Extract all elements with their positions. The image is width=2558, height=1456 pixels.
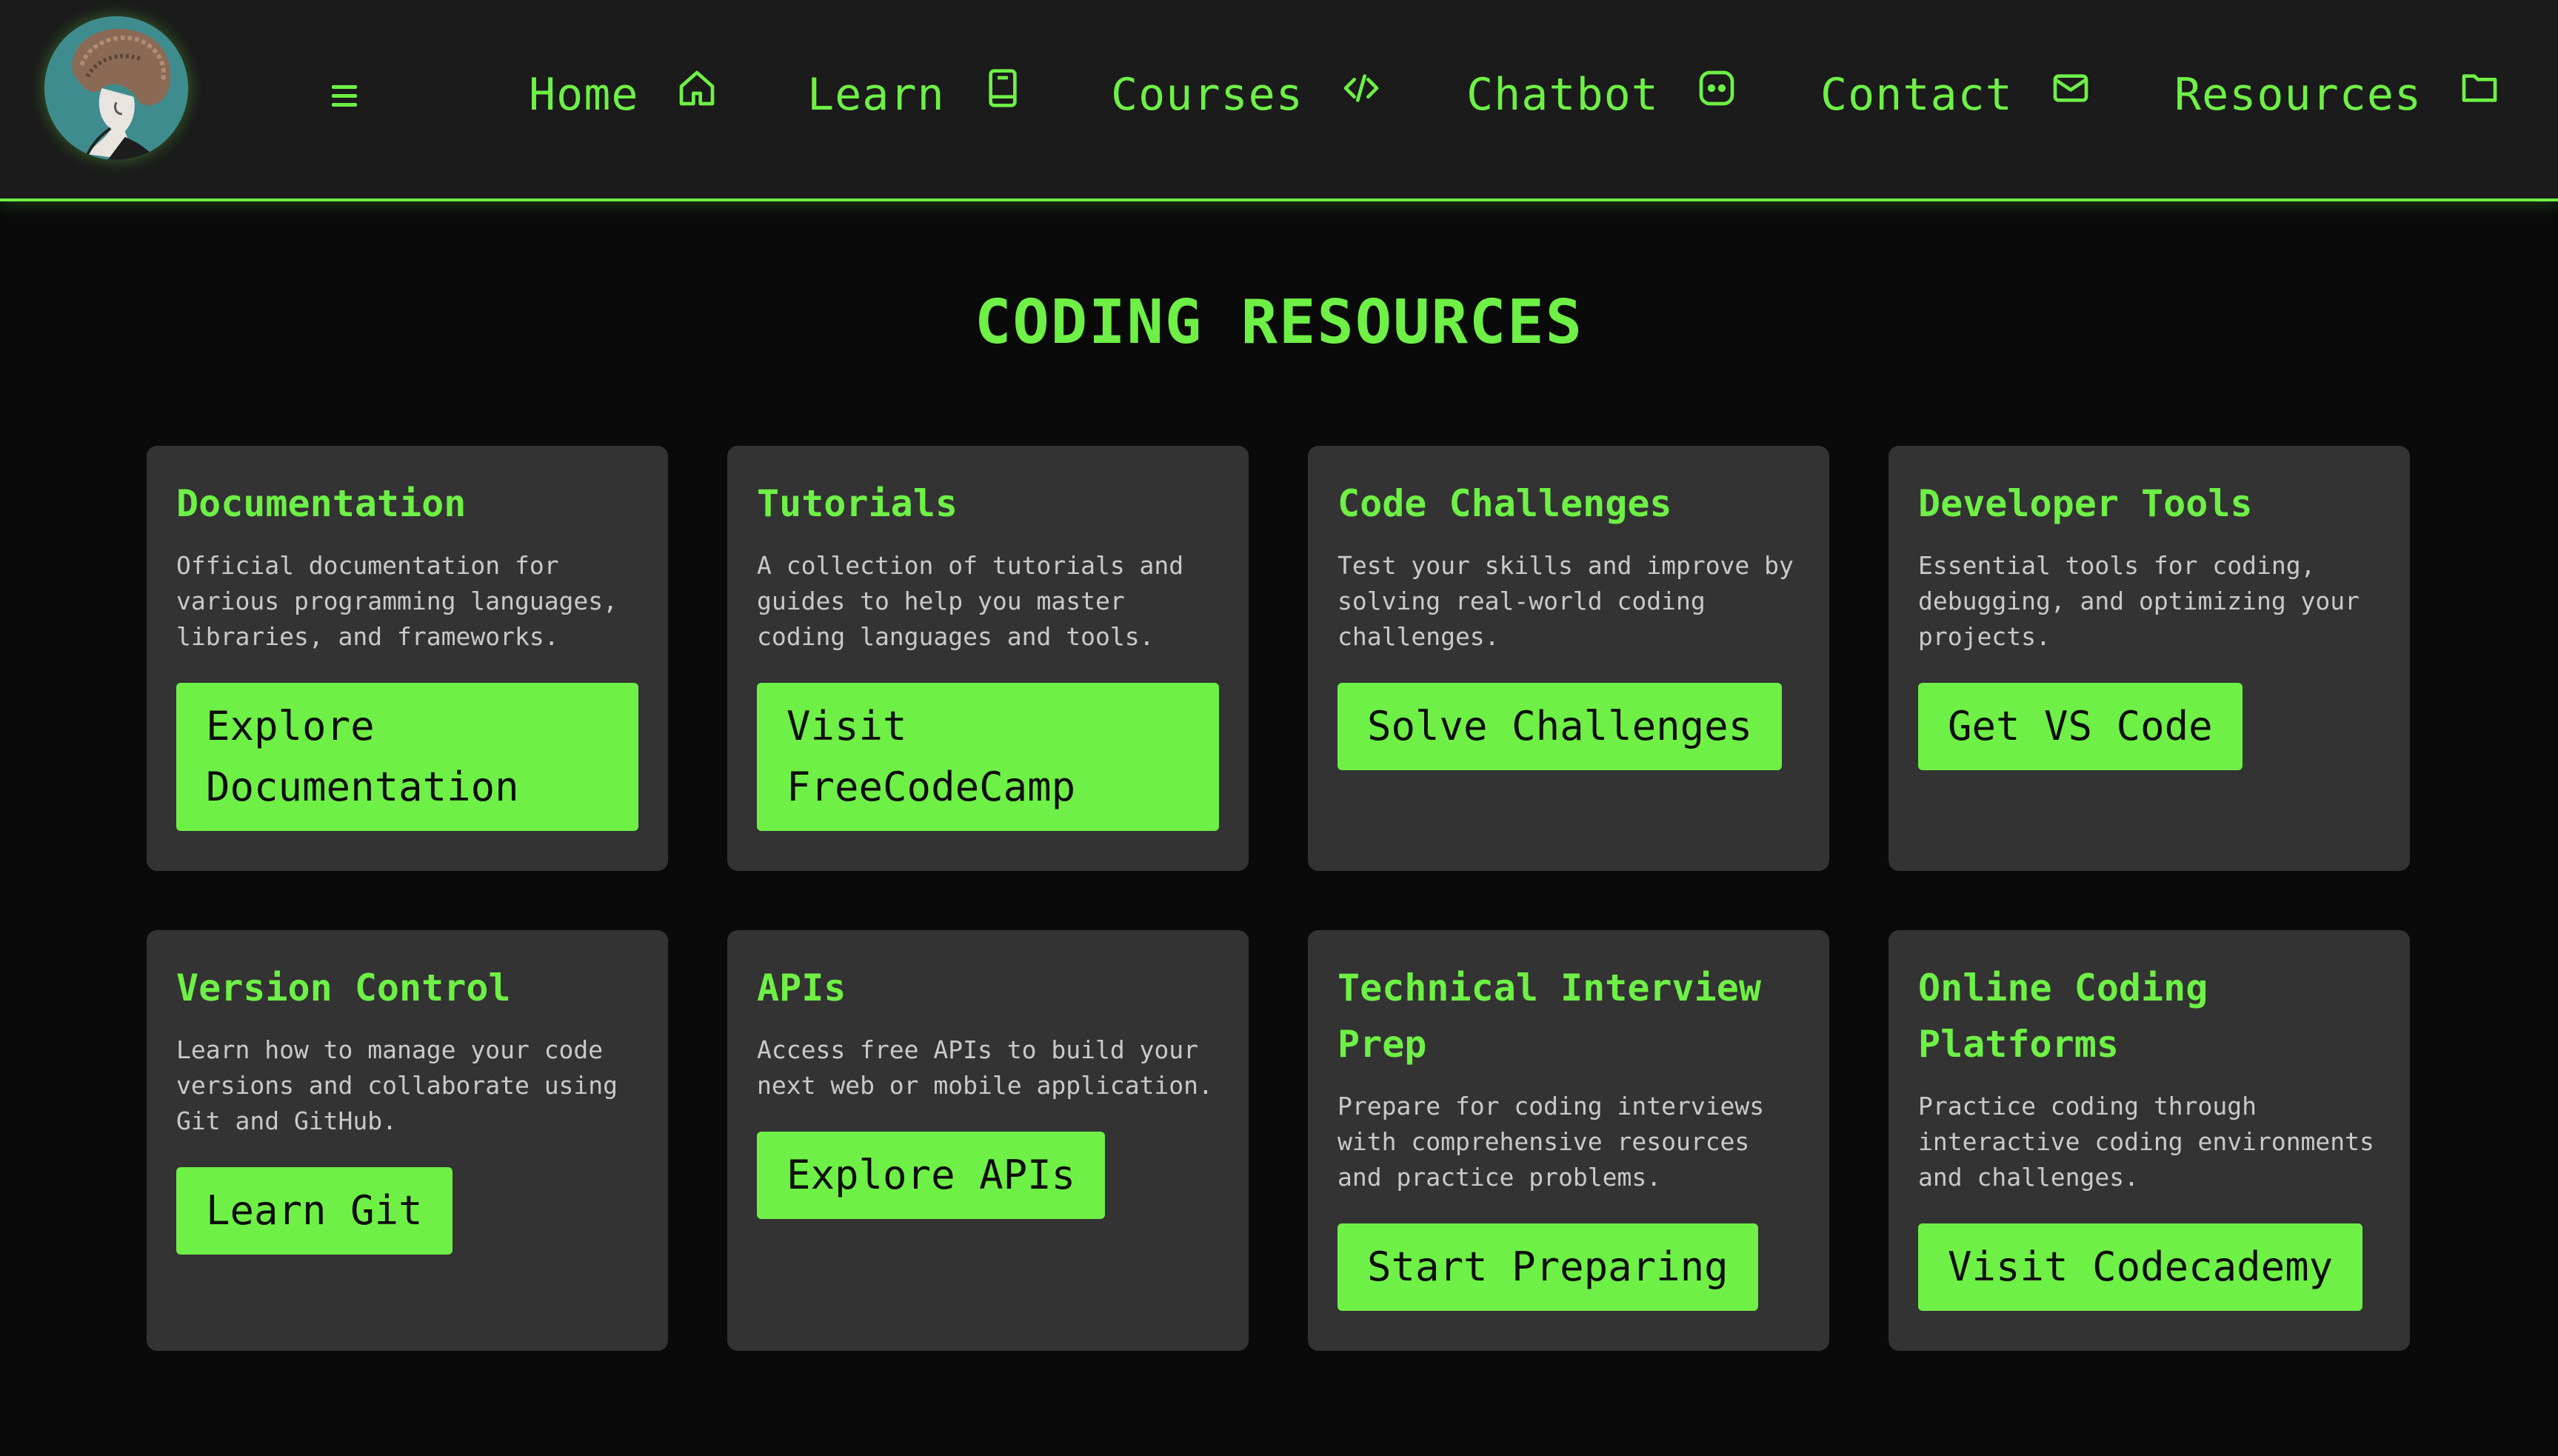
nav-item-home[interactable]: Home — [529, 58, 718, 132]
resource-card-code-challenges: Code Challenges Test your skills and imp… — [1308, 446, 1829, 871]
card-title: APIs — [757, 966, 846, 1009]
nav-item-resources[interactable]: Resources — [2174, 58, 2500, 132]
card-title: Developer Tools — [1918, 482, 2253, 525]
chatbot-icon — [1696, 67, 1737, 109]
resource-card-online-coding-platforms: Online Coding Platforms Practice coding … — [1889, 930, 2410, 1351]
resource-card-documentation: Documentation Official documentation for… — [147, 446, 668, 871]
avatar[interactable] — [44, 16, 188, 160]
start-preparing-button[interactable]: Start Preparing — [1338, 1223, 1758, 1311]
page-title: CODING RESOURCES — [975, 287, 1583, 358]
card-description: A collection of tutorials and guides to … — [757, 551, 1184, 651]
nav-item-chatbot[interactable]: Chatbot — [1466, 58, 1737, 132]
nav-item-courses[interactable]: Courses — [1111, 58, 1382, 132]
site-header: Home Learn Courses Chatbot Contact Resou… — [0, 0, 2558, 201]
card-title: Online Coding Platforms — [1918, 966, 2208, 1066]
nav-item-label: Resources — [2174, 69, 2422, 121]
card-title: Documentation — [176, 482, 467, 525]
learn-git-button[interactable]: Learn Git — [176, 1167, 453, 1255]
nav-item-label: Home — [529, 69, 639, 121]
resource-card-apis: APIs Access free APIs to build your next… — [727, 930, 1249, 1351]
book-icon — [982, 67, 1023, 109]
nav-item-learn[interactable]: Learn — [807, 58, 1023, 132]
explore-documentation-button[interactable]: Explore Documentation — [176, 683, 638, 831]
nav-item-label: Courses — [1111, 69, 1303, 121]
get-vs-code-button[interactable]: Get VS Code — [1918, 683, 2243, 770]
card-description: Practice coding through interactive codi… — [1918, 1092, 2374, 1192]
card-title: Tutorials — [757, 482, 958, 525]
avatar-image — [44, 16, 188, 160]
explore-apis-button[interactable]: Explore APIs — [757, 1132, 1106, 1219]
home-icon — [676, 67, 718, 109]
resource-card-tutorials: Tutorials A collection of tutorials and … — [727, 446, 1249, 871]
card-description: Prepare for coding interviews with compr… — [1338, 1092, 1765, 1192]
card-title: Technical Interview Prep — [1338, 966, 1761, 1066]
folder-icon — [2459, 67, 2500, 109]
solve-challenges-button[interactable]: Solve Challenges — [1338, 683, 1783, 770]
card-description: Essential tools for coding, debugging, a… — [1918, 551, 2360, 651]
nav-item-label: Contact — [1820, 69, 2013, 121]
card-title: Version Control — [176, 966, 511, 1009]
card-description: Access free APIs to build your next web … — [757, 1035, 1213, 1100]
code-icon — [1340, 67, 1382, 109]
hamburger-icon-line — [332, 93, 357, 98]
visit-codecademy-button[interactable]: Visit Codecademy — [1918, 1223, 2363, 1311]
visit-freecodecamp-button[interactable]: Visit FreeCodeCamp — [757, 683, 1219, 831]
resource-card-developer-tools: Developer Tools Essential tools for codi… — [1889, 446, 2410, 871]
menu-toggle-button[interactable] — [332, 80, 363, 111]
card-title: Code Challenges — [1338, 482, 1672, 525]
resource-card-version-control: Version Control Learn how to manage your… — [147, 930, 668, 1351]
nav-item-label: Learn — [807, 69, 945, 121]
card-description: Official documentation for various progr… — [176, 551, 618, 651]
page: Home Learn Courses Chatbot Contact Resou… — [0, 0, 2558, 1456]
nav-item-label: Chatbot — [1466, 69, 1659, 121]
hamburger-icon-line — [332, 102, 357, 107]
card-description: Learn how to manage your code versions a… — [176, 1035, 618, 1135]
nav-item-contact[interactable]: Contact — [1820, 58, 2091, 132]
hamburger-icon — [332, 84, 357, 89]
mail-icon — [2050, 67, 2091, 109]
resource-card-technical-interview-prep: Technical Interview Prep Prepare for cod… — [1308, 930, 1829, 1351]
card-description: Test your skills and improve by solving … — [1338, 551, 1794, 651]
